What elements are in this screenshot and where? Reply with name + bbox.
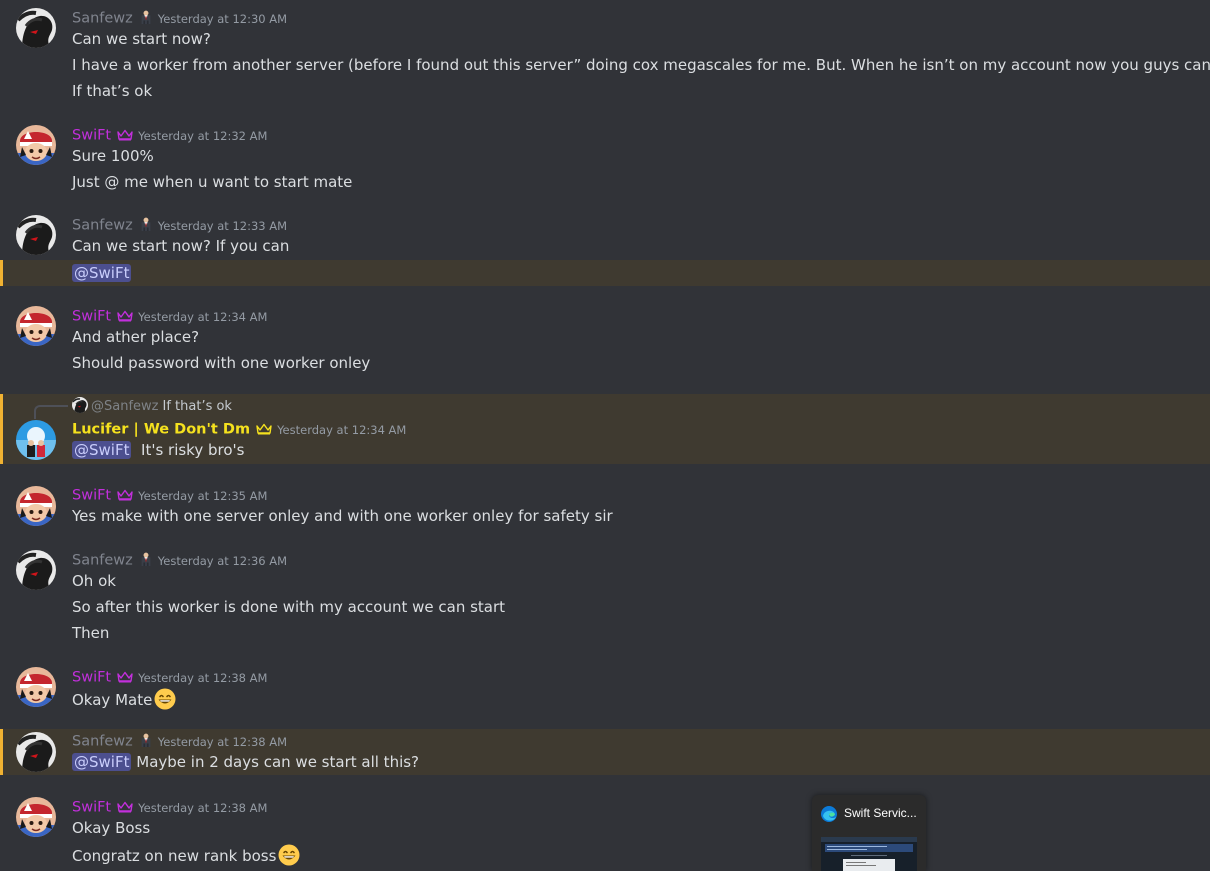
crown-icon [117,798,133,817]
message-header: SwiFt Yesterday at 12:35 AM [72,485,267,505]
timestamp: Yesterday at 12:35 AM [138,488,268,503]
edge-browser-icon [820,805,838,827]
message-group: SwiFt Yesterday at 12:35 AM Yes make with… [0,480,1210,532]
avatar[interactable] [16,486,56,526]
message-group: Sanfewz Yesterday at 12:38 AM @SwiFt Mayb… [0,729,1210,775]
message-header: Sanfewz Yesterday at 12:36 AM [72,550,287,570]
avatar[interactable] [16,420,56,460]
timestamp: Yesterday at 12:36 AM [157,553,288,568]
username[interactable]: SwiFt [72,800,111,816]
message-text: I have a worker from another server (bef… [72,56,1210,74]
message-text: Can we start now? [72,30,211,48]
crown-icon [117,486,133,505]
message-group: SwiFt Yesterday at 12:38 AM Okay Mate [0,662,1210,718]
message-text: Then [72,624,110,642]
timestamp: Yesterday at 12:38 AM [157,734,288,749]
timestamp: Yesterday at 12:32 AM [138,128,268,143]
chat-message-list: Sanfewz Yesterday at 12:30 AM Can we star… [0,0,1210,871]
message-header: SwiFt Yesterday at 12:32 AM [72,125,267,145]
message-group: SwiFt Yesterday at 12:34 AM And ather pla… [0,300,1210,380]
message-group: SwiFt Yesterday at 12:32 AM Sure 100% Jus… [0,120,1210,200]
message-group: SwiFt Yesterday at 12:38 AM Okay Boss Con… [0,792,1210,871]
reply-reference[interactable]: @Sanfewz If that’s ok [72,397,232,415]
grinning-face-icon [278,844,300,871]
crown-icon [117,668,133,687]
message-header: Sanfewz Yesterday at 12:38 AM [72,731,287,751]
man-in-suit-icon [139,9,153,29]
crown-icon [117,126,133,145]
grinning-face-icon [154,688,176,715]
message-text: Okay Boss [72,819,151,837]
taskbar-window-preview[interactable]: Swift Servic... [812,795,926,871]
username[interactable]: Sanfewz [72,218,133,234]
message-text: Congratz on new rank boss [72,847,277,865]
reply-text: If that’s ok [162,399,232,414]
user-mention[interactable]: @SwiFt [72,441,132,459]
message-text: Okay Mate [72,691,153,709]
username[interactable]: SwiFt [72,128,111,144]
reply-spine [34,405,68,419]
timestamp: Yesterday at 12:34 AM [138,309,268,324]
message-text: Just @ me when u want to start mate [72,173,353,191]
man-in-suit-icon [139,216,153,236]
message-text: Should password with one worker onley [72,354,371,372]
message-text: Oh ok [72,572,116,590]
message-header: SwiFt Yesterday at 12:38 AM [72,797,267,817]
preview-thumbnail [821,837,917,871]
avatar[interactable] [16,8,56,48]
message-header: SwiFt Yesterday at 12:38 AM [72,667,267,687]
username[interactable]: SwiFt [72,670,111,686]
reply-avatar [72,397,88,413]
message-group: Sanfewz Yesterday at 12:30 AM Can we star… [0,0,1210,112]
timestamp: Yesterday at 12:38 AM [138,800,268,815]
username[interactable]: Sanfewz [72,734,133,750]
avatar[interactable] [16,125,56,165]
user-mention[interactable]: @SwiFt [72,753,132,771]
avatar[interactable] [16,306,56,346]
message-text: Can we start now? If you can [72,237,290,255]
message-header: Sanfewz Yesterday at 12:30 AM [72,8,287,28]
avatar[interactable] [16,550,56,590]
crown-icon [256,420,272,439]
reply-username[interactable]: @Sanfewz [91,399,159,414]
username[interactable]: SwiFt [72,488,111,504]
message-header: Lucifer | We Don't Dm Yesterday at 12:34 … [72,419,406,439]
avatar[interactable] [16,732,56,772]
avatar[interactable] [16,797,56,837]
message-group: Sanfewz Yesterday at 12:33 AM Can we star… [0,207,1210,260]
man-in-suit-icon [139,732,153,752]
message-group: @Sanfewz If that’s ok Lucifer | We Don't … [0,394,1210,464]
timestamp: Yesterday at 12:34 AM [277,422,407,437]
username[interactable]: Lucifer | We Don't Dm [72,422,250,438]
message-group: Sanfewz Yesterday at 12:36 AM Oh ok So af… [0,545,1210,653]
crown-icon [117,307,133,326]
timestamp: Yesterday at 12:33 AM [157,218,288,233]
message-text: Maybe in 2 days can we start all this? [136,753,420,771]
user-mention[interactable]: @SwiFt [72,264,132,282]
username[interactable]: Sanfewz [72,553,133,569]
mention-highlight-row: @SwiFt [0,260,1210,286]
timestamp: Yesterday at 12:30 AM [157,11,288,26]
message-header: Sanfewz Yesterday at 12:33 AM [72,215,287,235]
avatar[interactable] [16,667,56,707]
message-text: It's risky bro's [141,441,245,459]
username[interactable]: SwiFt [72,309,111,325]
timestamp: Yesterday at 12:38 AM [138,670,268,685]
message-header: SwiFt Yesterday at 12:34 AM [72,306,267,326]
preview-title: Swift Servic... [844,806,917,820]
message-text: Yes make with one server onley and with … [72,507,613,525]
avatar[interactable] [16,215,56,255]
message-text: If that’s ok [72,82,153,100]
message-text: And ather place? [72,328,200,346]
man-in-suit-icon [139,551,153,571]
username[interactable]: Sanfewz [72,11,133,27]
message-text: Sure 100% [72,147,154,165]
message-text: So after this worker is done with my acc… [72,598,506,616]
